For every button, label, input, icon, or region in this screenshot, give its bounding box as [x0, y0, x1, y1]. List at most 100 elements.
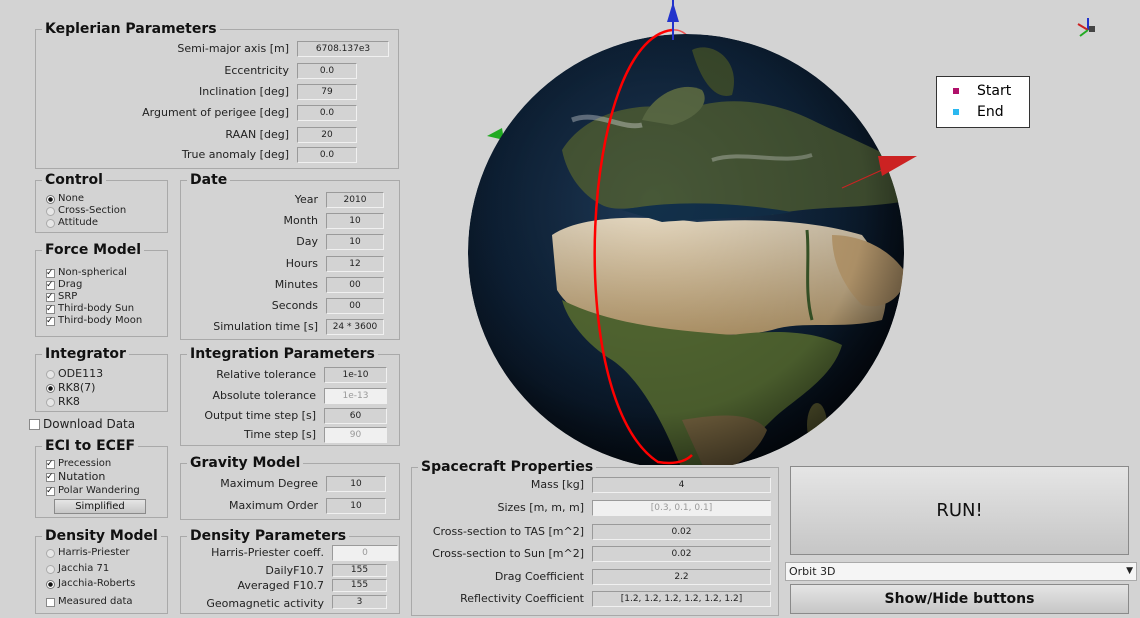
radio-icon	[46, 194, 55, 204]
hours-label: Hours	[285, 257, 318, 270]
spacecraft-panel: Spacecraft Properties Mass [kg] 4 Sizes […	[411, 459, 779, 616]
drag-coefficient-label: Drag Coefficient	[494, 570, 584, 583]
axis-z-arrow	[667, 2, 679, 22]
argument-of-perigee-field[interactable]: 0.0	[297, 105, 357, 121]
month-field[interactable]: 10	[326, 213, 384, 229]
relative-tolerance-label: Relative tolerance	[216, 368, 316, 381]
force-option-third-body-moon[interactable]: Third-body Moon	[46, 315, 142, 327]
true-anomaly-label: True anomaly [deg]	[181, 148, 289, 161]
density-model-panel: Density Model Harris-Priester Jacchia 71…	[35, 528, 168, 614]
hours-field[interactable]: 12	[326, 256, 384, 272]
minutes-field[interactable]: 00	[326, 277, 384, 293]
simplified-button[interactable]: Simplified	[54, 499, 146, 514]
force-option-drag[interactable]: Drag	[46, 279, 82, 291]
legend-start-label: Start	[977, 83, 1012, 99]
absolute-tolerance-field[interactable]: 1e-13	[324, 388, 387, 404]
checkbox-icon	[46, 597, 55, 607]
control-option-cross-section[interactable]: Cross-Section	[46, 205, 126, 217]
averaged-f107-label: Averaged F10.7	[237, 579, 324, 592]
sizes-field[interactable]: [0.3, 0.1, 0.1]	[592, 500, 771, 516]
earth-globe	[468, 34, 904, 465]
day-label: Day	[296, 235, 318, 248]
control-panel: Control None Cross-Section Attitude	[35, 172, 168, 233]
force-option-non-spherical[interactable]: Non-spherical	[46, 267, 127, 279]
integrator-option-rk8[interactable]: RK8	[46, 396, 80, 408]
keplerian-panel: Keplerian Parameters Semi-major axis [m]…	[35, 21, 399, 169]
maximum-order-field[interactable]: 10	[326, 498, 386, 514]
radio-icon	[46, 548, 55, 558]
legend-end-label: End	[977, 104, 1004, 120]
show-hide-button[interactable]: Show/Hide buttons	[790, 584, 1129, 614]
download-data-checkbox[interactable]: Download Data	[29, 417, 135, 431]
mass-field[interactable]: 4	[592, 477, 771, 493]
daily-f107-field[interactable]: 155	[332, 564, 387, 577]
inclination-field[interactable]: 79	[297, 84, 357, 100]
simulation-time-field[interactable]: 24 * 3600	[326, 319, 384, 335]
checkbox-icon	[46, 485, 55, 497]
radio-icon	[46, 218, 55, 228]
integrator-option-rk87[interactable]: RK8(7)	[46, 382, 95, 394]
view-select[interactable]: Orbit 3D ▼	[785, 562, 1137, 581]
checkbox-icon	[46, 315, 55, 327]
time-step-field[interactable]: 90	[324, 427, 387, 443]
integrator-option-ode113[interactable]: ODE113	[46, 368, 103, 380]
force-option-srp[interactable]: SRP	[46, 291, 77, 303]
geomagnetic-activity-field[interactable]: 3	[332, 595, 387, 609]
cross-section-sun-field[interactable]: 0.02	[592, 546, 771, 562]
eci-option-nutation[interactable]: Nutation	[46, 471, 105, 483]
measured-data-checkbox[interactable]: Measured data	[46, 596, 133, 608]
eci-option-precession[interactable]: Precession	[46, 458, 111, 470]
orbit-3d-view[interactable]: Start End	[412, 0, 1140, 465]
legend-item-end: End	[953, 104, 1004, 120]
density-params-title: Density Parameters	[187, 528, 350, 544]
density-option-harris-priester[interactable]: Harris-Priester	[46, 547, 130, 559]
checkbox-icon	[46, 267, 55, 279]
harris-priester-coeff-field[interactable]: 0	[332, 545, 398, 561]
density-option-jacchia-71[interactable]: Jacchia 71	[46, 563, 109, 575]
axis-x-arrow	[878, 156, 917, 176]
drag-coefficient-field[interactable]: 2.2	[592, 569, 771, 585]
geomagnetic-activity-label: Geomagnetic activity	[206, 597, 324, 610]
radio-icon	[46, 206, 55, 216]
density-option-jacchia-roberts[interactable]: Jacchia-Roberts	[46, 578, 135, 590]
legend-item-start: Start	[953, 83, 1011, 99]
harris-priester-coeff-label: Harris-Priester coeff.	[211, 546, 324, 559]
output-time-step-field[interactable]: 60	[324, 408, 387, 424]
month-label: Month	[283, 214, 318, 227]
axes-triad-icon	[1077, 18, 1095, 37]
raan-field[interactable]: 20	[297, 127, 357, 143]
gravity-title: Gravity Model	[187, 455, 304, 471]
eccentricity-field[interactable]: 0.0	[297, 63, 357, 79]
orbit-3d-canvas	[468, 0, 1095, 465]
control-option-attitude[interactable]: Attitude	[46, 217, 98, 229]
year-field[interactable]: 2010	[326, 192, 384, 208]
averaged-f107-field[interactable]: 155	[332, 579, 387, 592]
control-option-none[interactable]: None	[46, 193, 84, 205]
radio-icon	[46, 564, 55, 574]
view-select-value: Orbit 3D	[789, 565, 836, 578]
true-anomaly-field[interactable]: 0.0	[297, 147, 357, 163]
eci-option-polar-wandering[interactable]: Polar Wandering	[46, 485, 140, 497]
semi-major-axis-row: Semi-major axis [m] 6708.137e3	[177, 41, 389, 57]
force-model-panel: Force Model Non-spherical Drag SRP Third…	[35, 242, 168, 337]
seconds-field[interactable]: 00	[326, 298, 384, 314]
run-button[interactable]: RUN!	[790, 466, 1129, 555]
eccentricity-label: Eccentricity	[224, 64, 289, 77]
semi-major-axis-field[interactable]: 6708.137e3	[297, 41, 389, 57]
relative-tolerance-field[interactable]: 1e-10	[324, 367, 387, 383]
cross-section-tas-field[interactable]: 0.02	[592, 524, 771, 540]
year-label: Year	[294, 193, 318, 206]
simulation-time-label: Simulation time [s]	[213, 320, 318, 333]
radio-icon	[46, 369, 55, 379]
force-option-third-body-sun[interactable]: Third-body Sun	[46, 303, 134, 315]
day-field[interactable]: 10	[326, 234, 384, 250]
force-model-title: Force Model	[42, 242, 145, 258]
reflectivity-coefficient-field[interactable]: [1.2, 1.2, 1.2, 1.2, 1.2, 1.2]	[592, 591, 771, 607]
radio-icon	[46, 397, 55, 407]
checkbox-icon	[46, 471, 55, 483]
raan-label: RAAN [deg]	[225, 128, 289, 141]
integration-params-title: Integration Parameters	[187, 346, 378, 362]
maximum-degree-field[interactable]: 10	[326, 476, 386, 492]
radio-icon	[46, 579, 55, 589]
radio-icon	[46, 383, 55, 393]
